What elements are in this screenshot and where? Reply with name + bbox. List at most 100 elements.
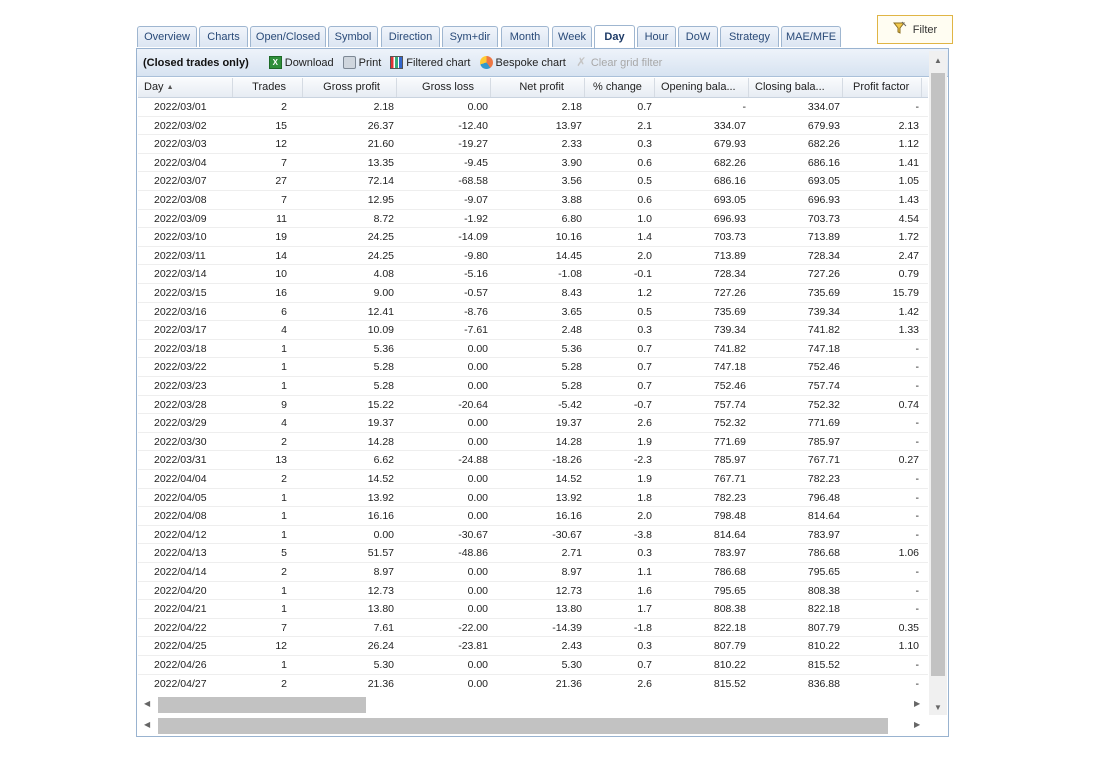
scroll-right-arrow-icon[interactable]: ▶: [914, 699, 920, 708]
table-row[interactable]: 2022/04/25 12 26.24 -23.81 2.43 0.3 807.79 810.…: [138, 637, 928, 656]
table-row[interactable]: 2022/03/01 2 2.18 0.00 2.18 0.7 - 334.07 -: [138, 98, 928, 117]
vertical-scroll-thumb[interactable]: [931, 73, 945, 676]
column-header-gross-loss[interactable]: Gross loss: [397, 78, 491, 97]
table-row[interactable]: 2022/03/17 4 10.09 -7.61 2.48 0.3 739.34 741.82…: [138, 321, 928, 340]
cell-closing-balance: 767.71: [807, 454, 840, 467]
print-button[interactable]: Print: [342, 56, 381, 69]
tab-open-closed[interactable]: Open/Closed: [250, 26, 326, 47]
column-header-net-profit[interactable]: Net profit: [491, 78, 585, 97]
horizontal-scroll-thumb-outer[interactable]: [158, 718, 888, 734]
cell-day: 2022/03/02: [154, 119, 207, 132]
table-row[interactable]: 2022/03/10 19 24.25 -14.09 10.16 1.4 703.73 713…: [138, 228, 928, 247]
column-header-profit-factor[interactable]: Profit factor: [843, 78, 922, 97]
table-row[interactable]: 2022/04/20 1 12.73 0.00 12.73 1.6 795.65 808.38…: [138, 582, 928, 601]
horizontal-scroll-thumb-inner[interactable]: [158, 697, 366, 713]
table-row[interactable]: 2022/03/16 6 12.41 -8.76 3.65 0.5 735.69 739.34…: [138, 303, 928, 322]
cell-opening-balance: 786.68: [713, 566, 746, 578]
table-row[interactable]: 2022/03/14 10 4.08 -5.16 -1.08 -0.1 728.34 727.…: [138, 265, 928, 284]
table-row[interactable]: 2022/03/30 2 14.28 0.00 14.28 1.9 771.69 785.97…: [138, 433, 928, 452]
table-row[interactable]: 2022/04/22 7 7.61 -22.00 -14.39 -1.8 822.18 807…: [138, 619, 928, 638]
table-row[interactable]: 2022/04/08 1 16.16 0.00 16.16 2.0 798.48 814.64…: [138, 507, 928, 526]
table-row[interactable]: 2022/04/04 2 14.52 0.00 14.52 1.9 767.71 782.23…: [138, 470, 928, 489]
filtered-chart-button[interactable]: Filtered chart: [390, 56, 471, 69]
table-row[interactable]: 2022/03/18 1 5.36 0.00 5.36 0.7 741.82 747.18 -: [138, 340, 928, 359]
horizontal-scrollbar-inner[interactable]: ◀ ▶: [142, 696, 924, 713]
cell-gross-profit: 12.73: [367, 584, 394, 597]
scroll-right-arrow-icon[interactable]: ▶: [914, 720, 920, 729]
cell-profit-factor: -: [915, 584, 920, 597]
table-row[interactable]: 2022/03/02 15 26.37 -12.40 13.97 2.1 334.07 679…: [138, 117, 928, 136]
table-row[interactable]: 2022/04/27 2 21.36 0.00 21.36 2.6 815.52 836.88…: [138, 675, 928, 691]
table-row[interactable]: 2022/03/22 1 5.28 0.00 5.28 0.7 747.18 752.46 -: [138, 358, 928, 377]
table-row[interactable]: 2022/03/15 16 9.00 -0.57 8.43 1.2 727.26 735.69…: [138, 284, 928, 303]
clear-grid-filter-button[interactable]: ✗ Clear grid filter: [575, 56, 662, 69]
table-row[interactable]: 2022/04/26 1 5.30 0.00 5.30 0.7 810.22 815.52 -: [138, 656, 928, 675]
cell-gross-loss: 0.00: [467, 659, 488, 671]
cell-gross-profit: 14.52: [367, 473, 394, 485]
column-header-gross-profit[interactable]: Gross profit: [303, 78, 397, 97]
tab-month[interactable]: Month: [501, 26, 549, 47]
vertical-scrollbar[interactable]: ▲ ▼: [929, 51, 947, 715]
tab-symbol[interactable]: Symbol: [328, 26, 378, 47]
table-row[interactable]: 2022/04/05 1 13.92 0.00 13.92 1.8 782.23 796.48…: [138, 489, 928, 508]
cell-trades: 1: [281, 659, 287, 671]
column-header-closing-balance[interactable]: Closing bala...: [749, 78, 843, 97]
cell-gross-loss: -23.81: [458, 640, 488, 653]
cell-opening-balance: 334.07: [713, 119, 746, 132]
table-row[interactable]: 2022/04/13 5 51.57 -48.86 2.71 0.3 783.97 786.6…: [138, 544, 928, 563]
tab-week[interactable]: Week: [552, 26, 592, 47]
cell-gross-profit: 15.22: [367, 398, 394, 411]
table-row[interactable]: 2022/04/12 1 0.00 -30.67 -30.67 -3.8 814.64 783…: [138, 526, 928, 545]
scroll-down-arrow-icon[interactable]: ▼: [934, 703, 942, 712]
tab-mae-mfe[interactable]: MAE/MFE: [781, 26, 841, 47]
tab-charts[interactable]: Charts: [199, 26, 248, 47]
cell-gross-loss: -24.88: [458, 454, 488, 467]
tab-strategy[interactable]: Strategy: [720, 26, 779, 47]
cell-pct-change: 2.0: [637, 249, 652, 262]
tab-overview[interactable]: Overview: [137, 26, 197, 47]
cell-opening-balance: 795.65: [713, 584, 746, 597]
cell-trades: 2: [281, 566, 287, 578]
tab-dow[interactable]: DoW: [678, 26, 718, 47]
cell-closing-balance: 739.34: [807, 305, 840, 318]
download-label: Download: [284, 56, 334, 69]
cell-profit-factor: 1.12: [898, 138, 919, 151]
filter-button[interactable]: Filter: [877, 15, 953, 44]
scroll-left-arrow-icon[interactable]: ◀: [144, 699, 150, 708]
cell-pct-change: 0.6: [637, 194, 652, 206]
bespoke-chart-button[interactable]: Bespoke chart: [479, 56, 566, 69]
download-button[interactable]: X Download: [268, 56, 334, 69]
table-row[interactable]: 2022/04/21 1 13.80 0.00 13.80 1.7 808.38 822.18…: [138, 600, 928, 619]
column-header-day[interactable]: Day ▲: [138, 78, 233, 97]
scroll-left-arrow-icon[interactable]: ◀: [144, 720, 150, 729]
table-row[interactable]: 2022/03/11 14 24.25 -9.80 14.45 2.0 713.89 728.…: [138, 247, 928, 266]
table-row[interactable]: 2022/03/31 13 6.62 -24.88 -18.26 -2.3 785.97 76…: [138, 451, 928, 470]
table-row[interactable]: 2022/03/29 4 19.37 0.00 19.37 2.6 752.32 771.69…: [138, 414, 928, 433]
tab-sym-dir[interactable]: Sym+dir: [442, 26, 498, 47]
scroll-up-arrow-icon[interactable]: ▲: [934, 56, 942, 65]
cell-net-profit: 5.28: [561, 380, 582, 392]
column-header-pct-change[interactable]: % change: [585, 78, 655, 97]
cell-day: 2022/04/12: [154, 528, 207, 541]
column-header-opening-balance[interactable]: Opening bala...: [655, 78, 749, 97]
cell-gross-loss: -0.57: [464, 287, 488, 299]
tab-hour[interactable]: Hour: [637, 26, 676, 47]
table-row[interactable]: 2022/04/14 2 8.97 0.00 8.97 1.1 786.68 795.65 -: [138, 563, 928, 582]
table-row[interactable]: 2022/03/03 12 21.60 -19.27 2.33 0.3 679.93 682.…: [138, 135, 928, 154]
table-row[interactable]: 2022/03/07 27 72.14 -68.58 3.56 0.5 686.16 693.…: [138, 172, 928, 191]
cell-net-profit: 10.16: [555, 231, 582, 244]
cell-trades: 12: [275, 138, 287, 151]
table-row[interactable]: 2022/03/23 1 5.28 0.00 5.28 0.7 752.46 757.74 -: [138, 377, 928, 396]
table-row[interactable]: 2022/03/08 7 12.95 -9.07 3.88 0.6 693.05 696.93…: [138, 191, 928, 210]
cell-closing-balance: 703.73: [807, 212, 840, 225]
table-row[interactable]: 2022/03/28 9 15.22 -20.64 -5.42 -0.7 757.74 752…: [138, 396, 928, 415]
cell-net-profit: -30.67: [552, 528, 582, 541]
horizontal-scrollbar-outer[interactable]: ◀ ▶: [142, 717, 924, 734]
cell-profit-factor: 1.06: [898, 547, 919, 560]
table-row[interactable]: 2022/03/09 11 8.72 -1.92 6.80 1.0 696.93 703.73…: [138, 210, 928, 229]
tab-day[interactable]: Day: [594, 25, 635, 48]
cell-profit-factor: 0.79: [898, 268, 919, 281]
table-row[interactable]: 2022/03/04 7 13.35 -9.45 3.90 0.6 682.26 686.16…: [138, 154, 928, 173]
tab-direction[interactable]: Direction: [381, 26, 440, 47]
column-header-trades[interactable]: Trades: [233, 78, 303, 97]
